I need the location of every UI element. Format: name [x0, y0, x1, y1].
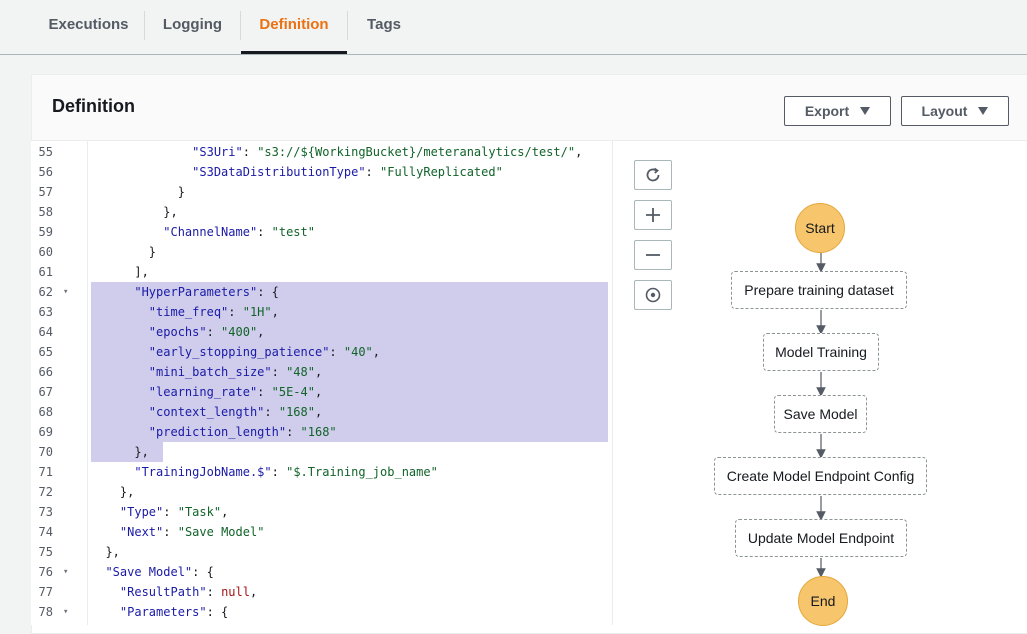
- code-text: "learning_rate": "5E-4",: [148, 385, 323, 399]
- line-number: 57: [38, 185, 53, 199]
- caret-down-icon: [978, 107, 989, 115]
- line-number: 77: [38, 585, 53, 599]
- code-line: 73 "Type": "Task",: [31, 502, 613, 522]
- code-line: 60 }: [31, 242, 613, 262]
- code-text: "Next": "Save Model": [119, 525, 265, 539]
- code-text: }: [177, 185, 185, 199]
- code-text: "epochs": "400",: [148, 325, 265, 339]
- code-text: "ResultPath": null,: [119, 585, 258, 599]
- code-text: "Parameters": {: [119, 605, 229, 619]
- code-text: },: [163, 205, 178, 219]
- code-line: 56 "S3DataDistributionType": "FullyRepli…: [31, 162, 613, 182]
- tab-tags[interactable]: Tags: [348, 0, 420, 54]
- code-line: 58 },: [31, 202, 613, 222]
- code-text: "early_stopping_patience": "40",: [148, 345, 381, 359]
- line-number: 55: [38, 145, 53, 159]
- line-number: 76: [38, 565, 53, 579]
- code-line: 76 ▾ "Save Model": {: [31, 562, 613, 582]
- line-number: 60: [38, 245, 53, 259]
- tab-logging[interactable]: Logging: [145, 0, 240, 54]
- code-line: 64 "epochs": "400",: [31, 322, 613, 342]
- code-line: 77 "ResultPath": null,: [31, 582, 613, 602]
- step-model-training[interactable]: Model Training: [763, 333, 879, 371]
- line-number: 73: [38, 505, 53, 519]
- code-text: },: [119, 485, 135, 499]
- tab-definition[interactable]: Definition: [241, 0, 347, 54]
- code-text: "mini_batch_size": "48",: [148, 365, 323, 379]
- code-text: "ChannelName": "test": [163, 225, 315, 239]
- code-line: 59 "ChannelName": "test": [31, 222, 613, 242]
- line-number: 71: [38, 465, 53, 479]
- code-text: "TrainingJobName.$": "$.Training_job_nam…: [134, 465, 438, 479]
- panel-title: Definition: [52, 96, 135, 116]
- code-text: "context_length": "168",: [148, 405, 323, 419]
- code-line: 62 ▾ "HyperParameters": {: [31, 282, 613, 302]
- code-text: },: [105, 545, 120, 559]
- code-line: 65 "early_stopping_patience": "40",: [31, 342, 613, 362]
- code-text: "S3Uri": "s3://${WorkingBucket}/meterana…: [192, 145, 583, 159]
- line-number: 69: [38, 425, 53, 439]
- line-number: 66: [38, 365, 53, 379]
- code-text: },: [134, 445, 149, 459]
- code-text: "time_freq": "1H",: [148, 305, 279, 319]
- line-number: 59: [38, 225, 53, 239]
- code-line: 67 "learning_rate": "5E-4",: [31, 382, 613, 402]
- code-line: 68 "context_length": "168",: [31, 402, 613, 422]
- line-number: 64: [38, 325, 53, 339]
- code-text: ],: [134, 265, 149, 279]
- code-text-layer: 55 "S3Uri": "s3://${WorkingBucket}/meter…: [31, 141, 613, 625]
- line-number: 74: [38, 525, 53, 539]
- code-line: 69 "prediction_length": "168": [31, 422, 613, 442]
- step-save-model[interactable]: Save Model: [774, 395, 867, 433]
- start-node[interactable]: Start: [795, 203, 845, 253]
- line-number: 65: [38, 345, 53, 359]
- step-create-model-endpoint-config[interactable]: Create Model Endpoint Config: [714, 457, 927, 495]
- line-number: 67: [38, 385, 53, 399]
- end-node[interactable]: End: [798, 576, 848, 626]
- code-text: "prediction_length": "168": [148, 425, 337, 439]
- layout-button[interactable]: Layout: [901, 96, 1009, 126]
- code-line: 55 "S3Uri": "s3://${WorkingBucket}/meter…: [31, 142, 613, 162]
- code-line: 66 "mini_batch_size": "48",: [31, 362, 613, 382]
- tab-executions[interactable]: Executions: [33, 0, 144, 54]
- line-number: 70: [38, 445, 53, 459]
- line-number: 75: [38, 545, 53, 559]
- line-number: 63: [38, 305, 53, 319]
- line-number: 72: [38, 485, 53, 499]
- layout-button-label: Layout: [921, 103, 968, 119]
- line-number: 62: [38, 285, 53, 299]
- code-text: "HyperParameters": {: [134, 285, 279, 299]
- line-number: 78: [38, 605, 53, 619]
- fold-toggle-icon[interactable]: ▾: [63, 562, 68, 582]
- code-text: "Type": "Task",: [119, 505, 229, 519]
- code-text: }: [148, 245, 157, 259]
- fold-toggle-icon[interactable]: ▾: [63, 282, 68, 302]
- code-line: 71 "TrainingJobName.$": "$.Training_job_…: [31, 462, 613, 482]
- export-button-label: Export: [804, 103, 850, 119]
- fold-toggle-icon[interactable]: ▾: [63, 602, 68, 622]
- code-line: 78 ▾ "Parameters": {: [31, 602, 613, 622]
- step-update-model-endpoint[interactable]: Update Model Endpoint: [735, 519, 907, 557]
- code-line: 61 ],: [31, 262, 613, 282]
- panel-header: Definition Export Layout: [32, 75, 1027, 141]
- tab-bar: Executions Logging Definition Tags: [0, 0, 1027, 55]
- code-line: 57 }: [31, 182, 613, 202]
- line-number: 61: [38, 265, 53, 279]
- step-prepare-training-dataset[interactable]: Prepare training dataset: [731, 271, 907, 309]
- code-line: 74 "Next": "Save Model": [31, 522, 613, 542]
- line-number: 58: [38, 205, 53, 219]
- code-text: "S3DataDistributionType": "FullyReplicat…: [192, 165, 503, 179]
- line-number: 68: [38, 405, 53, 419]
- code-line: 72 },: [31, 482, 613, 502]
- caret-down-icon: [860, 107, 871, 115]
- code-line: 75 },: [31, 542, 613, 562]
- code-line: 70 },: [31, 442, 613, 462]
- code-text: "Save Model": {: [105, 565, 214, 579]
- line-number: 56: [38, 165, 53, 179]
- export-button[interactable]: Export: [784, 96, 891, 126]
- code-line: 63 "time_freq": "1H",: [31, 302, 613, 322]
- workflow-graph[interactable]: Start Prepare training dataset Model Tra…: [614, 141, 1027, 626]
